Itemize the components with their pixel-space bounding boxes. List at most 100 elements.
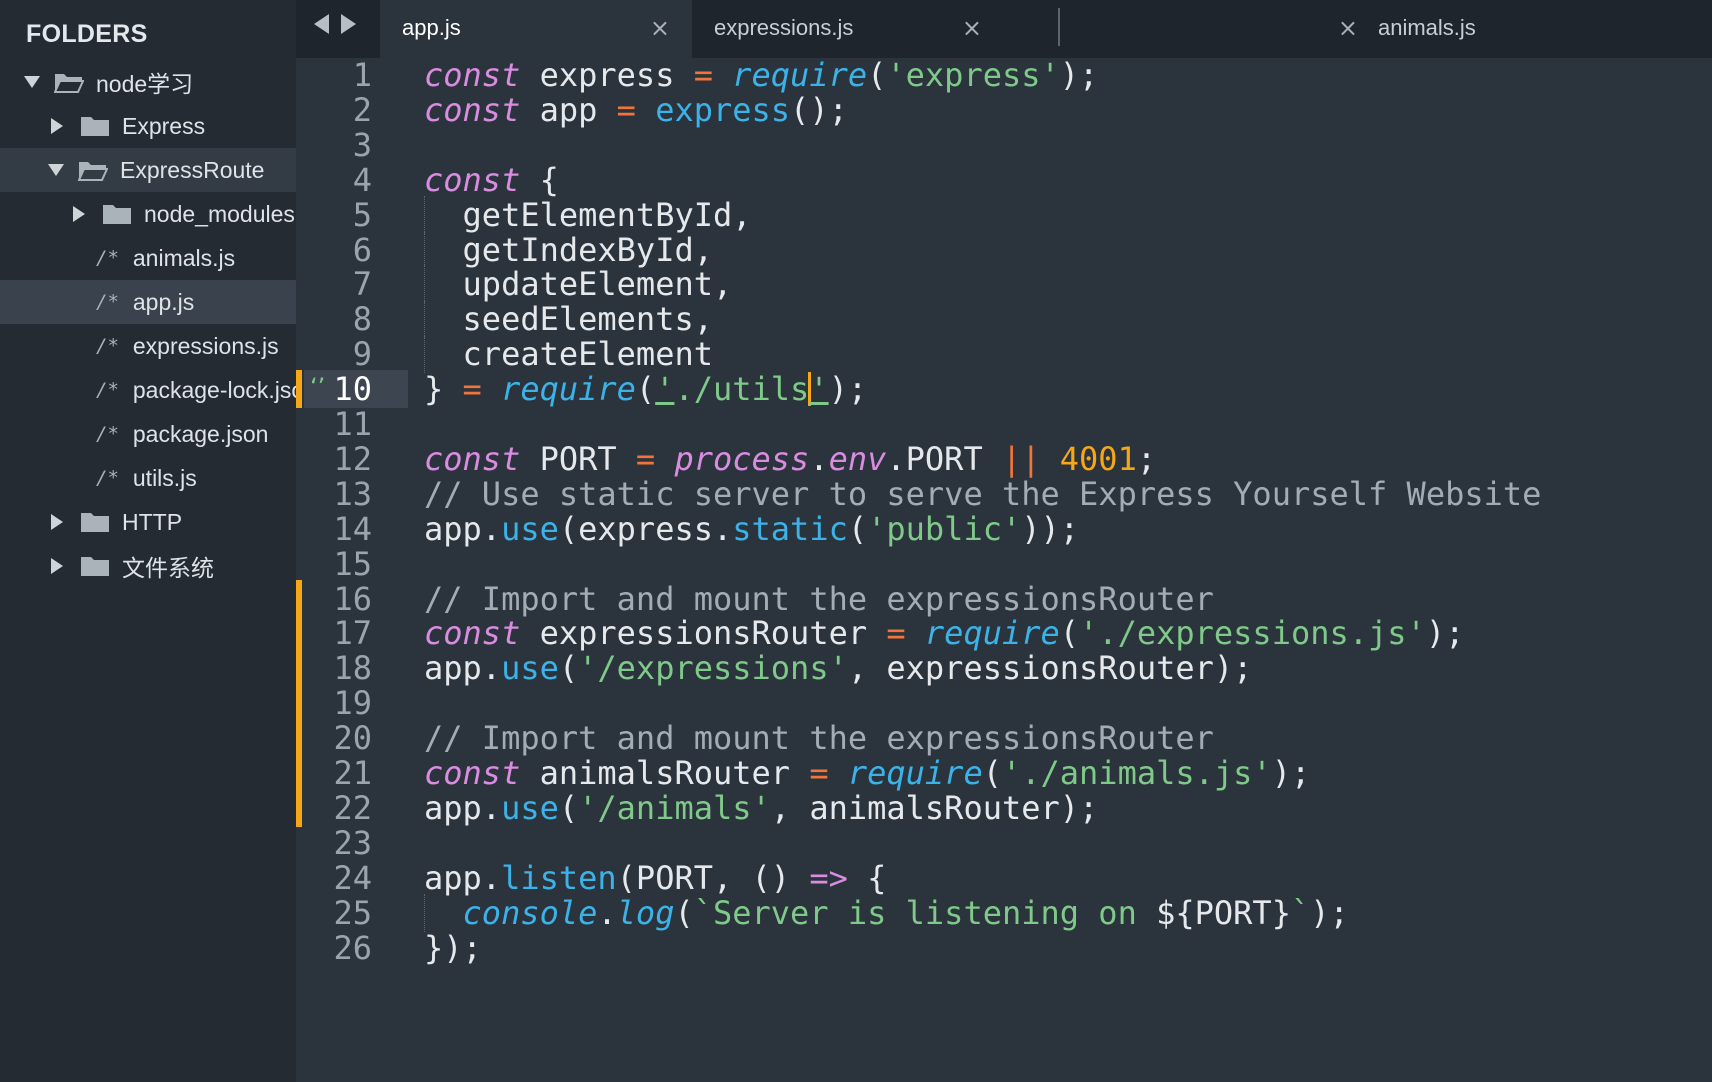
code-text: const expressionsRouter = require('./exp… (424, 614, 1464, 652)
code-line[interactable]: 20 // Import and mount the expressionsRou… (296, 719, 1712, 758)
disclosure-expanded-icon[interactable] (48, 164, 64, 176)
code-token: app. (424, 788, 502, 827)
code-line[interactable]: 18 app.use('/expressions', expressionsRou… (296, 649, 1712, 688)
code-token: 'public' (867, 509, 1022, 548)
code-line[interactable]: 5 getElementById, (296, 195, 1712, 234)
code-line[interactable]: 22 app.use('/animals', animalsRouter); (296, 788, 1712, 827)
code-line[interactable]: 21 const animalsRouter = require('./anima… (296, 754, 1712, 792)
code-token: console (462, 893, 598, 932)
tab-animals-js[interactable]: animals.js × (1032, 0, 1476, 58)
line-number: 26 (333, 928, 372, 967)
code-token: static (732, 509, 848, 548)
tree-item-package-lock-json[interactable]: /* package-lock.json (0, 368, 296, 412)
close-tab-icon[interactable]: × (962, 14, 982, 42)
code-line[interactable]: 14 app.use(express.static('public')); (296, 510, 1712, 548)
code-token: 'express' (886, 56, 1060, 94)
tree-item-expressroute[interactable]: ExpressRoute (0, 148, 296, 192)
code-line[interactable]: 23 (296, 824, 1712, 862)
code-line[interactable]: 13 // Use static server to serve the Expr… (296, 475, 1712, 513)
tree-item-expressions-js[interactable]: /* expressions.js (0, 324, 296, 368)
code-text: app.listen(PORT, () => { (424, 859, 886, 897)
disclosure-collapsed-icon[interactable] (51, 514, 63, 530)
sublime-editor-window: FOLDERS node学习 Express ExpressRoute node_mo… (0, 0, 1712, 1082)
code-line[interactable]: 6 getIndexById, (296, 230, 1712, 269)
line-number: 20 (333, 719, 372, 758)
matching-quote: ' (655, 370, 675, 409)
disclosure-collapsed-icon[interactable] (51, 118, 63, 134)
line-number: 9 (352, 335, 372, 374)
tab-label: app.js (402, 15, 461, 40)
line-number: 2 (352, 90, 372, 129)
tree-item-animals-js[interactable]: /* animals.js (0, 236, 296, 280)
line-number: 3 (352, 125, 372, 164)
code-line[interactable]: 2 const app = express(); (296, 91, 1712, 129)
tree-item-filesystem-folder[interactable]: 文件系统 (0, 544, 296, 588)
code-line[interactable]: 4 const { (296, 161, 1712, 199)
tree-item-app-js[interactable]: /* app.js (0, 280, 296, 324)
code-token: ( (558, 649, 579, 688)
line-number: 17 (333, 614, 372, 653)
code-text: // Use static server to serve the Expres… (424, 475, 1541, 513)
tab-app-js[interactable]: app.js × (380, 0, 692, 58)
code-line[interactable]: 12 const PORT = process.env.PORT || 4001; (296, 440, 1712, 478)
code-token: 4001 (1059, 439, 1137, 478)
code-text: seedElements, (424, 300, 713, 338)
tree-item-utils-js[interactable]: /* utils.js (0, 456, 296, 500)
disclosure-collapsed-icon[interactable] (73, 206, 85, 222)
code-line[interactable]: 16 // Import and mount the expressionsRou… (296, 579, 1712, 618)
tree-item-node-study-folder[interactable]: node学习 (0, 60, 296, 104)
tree-item-label: node学习 (96, 71, 194, 97)
code-token: require (924, 614, 1060, 653)
tree-item-node-modules[interactable]: node_modules (0, 192, 296, 236)
code-editor[interactable]: 1 const express = require('express'); 2 con… (296, 56, 1712, 1082)
code-line[interactable]: 1 const express = require('express'); (296, 56, 1712, 94)
code-line[interactable]: 9 createElement (296, 335, 1712, 374)
next-tab-arrow-icon[interactable] (341, 14, 356, 34)
line-number: 14 (333, 509, 372, 548)
folder-icon (81, 513, 109, 532)
previous-tab-arrow-icon[interactable] (314, 14, 329, 34)
code-line[interactable]: 3 (296, 126, 1712, 164)
code-token: ${PORT} (1156, 893, 1291, 932)
code-line[interactable]: 26}); (296, 929, 1712, 967)
line-number: 11 (333, 405, 372, 443)
code-token: '/expressions' (578, 649, 848, 688)
code-line[interactable]: 19 (296, 684, 1712, 723)
code-line[interactable]: 11 (296, 405, 1712, 443)
code-line[interactable]: 8 seedElements, (296, 300, 1712, 339)
code-token: { (520, 160, 559, 199)
line-number: 1 (352, 56, 372, 94)
tree-item-label: app.js (132, 288, 195, 315)
tree-item-package-json[interactable]: /* package.json (0, 412, 296, 456)
code-line[interactable]: ‘’ 10} = require('./utils'); (296, 370, 1712, 409)
tree-item-express[interactable]: Express (0, 104, 296, 148)
line-number: 18 (333, 649, 372, 688)
tab-expressions-js[interactable]: expressions.js × (692, 0, 1004, 58)
code-line[interactable]: 24 app.listen(PORT, () => { (296, 859, 1712, 897)
line-number: 23 (333, 823, 372, 862)
code-token: const (424, 614, 521, 653)
code-token: ( (635, 370, 656, 409)
code-token: './utils' (655, 370, 828, 408)
code-text: } = require('./utils'); (424, 370, 867, 408)
code-text: // Import and mount the expressionsRoute… (424, 580, 1214, 618)
code-line[interactable]: 25 console.log(`Server is listening on $… (296, 893, 1712, 932)
code-line[interactable]: 7 updateElement, (296, 265, 1712, 304)
code-token: const (424, 90, 521, 129)
code-token: ; (1136, 439, 1157, 478)
code-token: createElement (424, 335, 713, 374)
code-token: app. (424, 858, 502, 897)
disclosure-expanded-icon[interactable] (24, 76, 40, 88)
code-token: ); (1059, 56, 1099, 94)
code-token: const (424, 56, 521, 94)
code-line[interactable]: 15 (296, 545, 1712, 583)
code-token: './animals.js' (1001, 754, 1272, 792)
code-line[interactable]: 17 const expressionsRouter = require('./e… (296, 614, 1712, 653)
tree-item-http[interactable]: HTTP (0, 500, 296, 544)
close-tab-icon[interactable]: × (650, 14, 670, 42)
code-token: use (501, 788, 559, 827)
code-token: express (655, 90, 791, 129)
close-tab-icon[interactable]: × (1338, 14, 1358, 42)
disclosure-collapsed-icon[interactable] (51, 558, 63, 574)
